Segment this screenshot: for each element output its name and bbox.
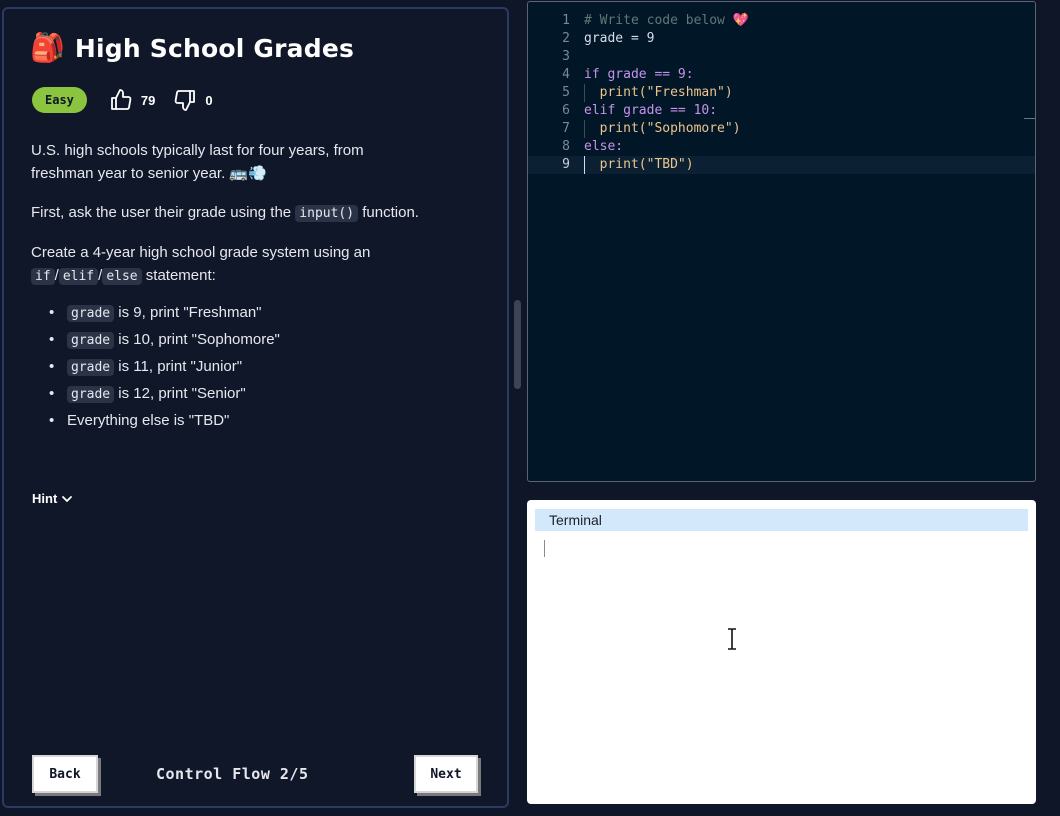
code-line[interactable]: 8 else: <box>528 138 1035 156</box>
list-item: grade is 9, print "Freshman" <box>31 300 491 327</box>
instruction-post: function. <box>358 204 419 221</box>
line-number: 8 <box>562 139 570 154</box>
inline-code-elif: elif <box>58 268 99 285</box>
code-line[interactable]: 1 # Write code below 💖 <box>528 12 1035 30</box>
task-paragraph: Create a 4-year high school grade system… <box>31 241 491 288</box>
dislike-count: 0 <box>205 92 213 108</box>
inline-code-grade: grade <box>67 386 115 403</box>
requirements-list: grade is 9, print "Freshman" grade is 10… <box>31 300 491 434</box>
panel-resize-handle[interactable] <box>514 300 521 389</box>
list-item: grade is 10, print "Sophomore" <box>31 327 491 354</box>
text-cursor-icon <box>728 628 736 650</box>
code-line-active[interactable]: 9 print("TBD") <box>528 156 1035 174</box>
instruction-paragraph: First, ask the user their grade using th… <box>31 201 491 225</box>
requirement-text: Everything else is "TBD" <box>67 412 230 429</box>
code-text: print("Sophomore") <box>584 121 741 136</box>
thumbs-up-icon <box>111 89 132 110</box>
requirement-text: is 9, print "Freshman" <box>114 304 262 321</box>
code-line[interactable]: 5 print("Freshman") <box>528 84 1035 102</box>
lesson-footer: Back Control Flow 2/5 Next <box>4 751 507 797</box>
like-count: 79 <box>140 92 156 108</box>
chevron-down-icon <box>62 495 73 502</box>
line-number: 5 <box>562 85 570 100</box>
line-number: 4 <box>562 67 570 82</box>
intro-paragraph: U.S. high schools typically last for fou… <box>31 139 491 185</box>
like-button[interactable]: 79 <box>109 88 155 112</box>
lesson-meta: Easy 79 0 <box>32 87 213 113</box>
dislike-button[interactable]: 0 <box>173 88 213 112</box>
thumbs-down-icon <box>175 90 196 111</box>
code-line[interactable]: 7 print("Sophomore") <box>528 120 1035 138</box>
overview-ruler-mark <box>1024 118 1035 119</box>
line-number: 9 <box>562 157 570 172</box>
inline-code-else: else <box>102 268 142 285</box>
line-number: 7 <box>562 121 570 136</box>
inline-code-grade: grade <box>67 305 115 322</box>
line-number: 3 <box>562 49 570 64</box>
code-text: if grade == 9: <box>584 67 694 82</box>
hint-label: Hint <box>32 491 58 506</box>
task-line-1: Create a 4-year high school grade system… <box>31 244 371 261</box>
list-item: grade is 12, print "Senior" <box>31 381 491 408</box>
inline-code-grade: grade <box>67 332 115 349</box>
line-number: 6 <box>562 103 570 118</box>
terminal-title: Terminal <box>549 512 602 528</box>
code-text: # Write code below 💖 <box>584 13 749 28</box>
intro-line-2: freshman year to senior year. 🚌💨 <box>31 165 267 182</box>
code-text: print("TBD") <box>584 157 694 172</box>
line-number: 1 <box>562 13 570 28</box>
list-item: Everything else is "TBD" <box>31 408 491 434</box>
code-line[interactable]: 4 if grade == 9: <box>528 66 1035 84</box>
lesson-description: U.S. high schools typically last for fou… <box>31 139 491 434</box>
inline-code-if: if <box>31 268 55 285</box>
code-line[interactable]: 6 elif grade == 10: <box>528 102 1035 120</box>
backpack-icon: 🎒 <box>30 32 65 63</box>
terminal-panel[interactable]: Terminal <box>527 500 1036 804</box>
instruction-pre: First, ask the user their grade using th… <box>31 204 296 221</box>
code-text: grade = 9 <box>584 31 655 46</box>
progress-label: Control Flow 2/5 <box>156 765 309 783</box>
line-number: 2 <box>562 31 570 46</box>
code-line[interactable]: 3 <box>528 48 1035 66</box>
difficulty-badge: Easy <box>32 87 87 113</box>
back-button[interactable]: Back <box>32 755 98 793</box>
task-post: statement: <box>141 267 216 284</box>
code-text: else: <box>584 139 624 154</box>
inline-code-grade: grade <box>67 359 115 376</box>
terminal-cursor <box>544 540 545 557</box>
code-text: print("Freshman") <box>584 85 733 100</box>
page-title: High School Grades <box>74 33 355 63</box>
requirement-text: is 10, print "Sophomore" <box>114 331 280 348</box>
requirement-text: is 11, print "Junior" <box>114 358 243 375</box>
inline-code-input: input() <box>295 205 359 222</box>
requirement-text: is 12, print "Senior" <box>114 385 246 402</box>
code-text: elif grade == 10: <box>584 103 718 118</box>
lesson-panel: 🎒 High School Grades Easy 79 0 U.S. high… <box>2 7 509 808</box>
next-button[interactable]: Next <box>414 755 478 793</box>
lesson-header: 🎒 High School Grades <box>30 31 354 65</box>
hint-toggle[interactable]: Hint <box>32 491 73 506</box>
code-editor[interactable]: 1 # Write code below 💖 2 grade = 9 3 4 i… <box>527 1 1036 482</box>
terminal-header: Terminal <box>535 509 1028 531</box>
code-line[interactable]: 2 grade = 9 <box>528 30 1035 48</box>
intro-line-1: U.S. high schools typically last for fou… <box>31 142 364 159</box>
list-item: grade is 11, print "Junior" <box>31 354 491 381</box>
